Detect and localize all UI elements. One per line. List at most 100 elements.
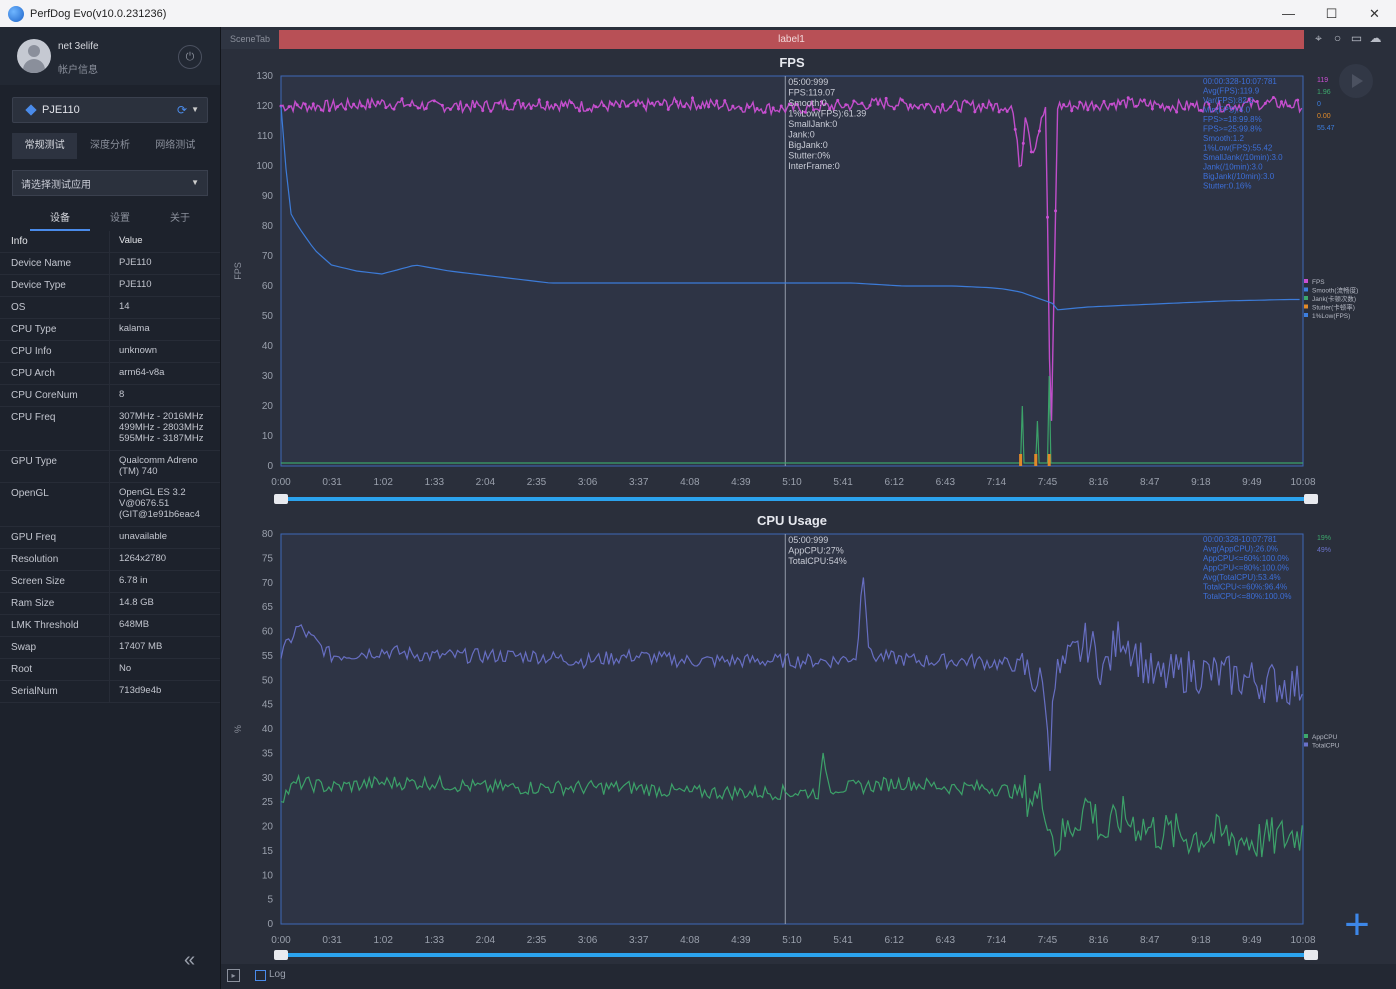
summary-line: Min(FPS):4.0 (1203, 106, 1251, 115)
maximize-button[interactable]: ☐ (1310, 0, 1353, 27)
cloud-icon[interactable]: ☁ (1366, 31, 1385, 46)
account-info-link[interactable]: 帐户信息 (58, 61, 98, 76)
charts-canvas[interactable]: FPSFPS01020304050607080901001101201300:0… (221, 49, 1396, 964)
legend-label: Smooth(流畅度) (1312, 286, 1358, 295)
play-icon[interactable] (1339, 64, 1373, 98)
fps-point (489, 109, 493, 113)
fps-point (1175, 110, 1179, 114)
table-row: SerialNum 713d9e4b (0, 681, 220, 703)
info-value: Qualcomm Adreno (TM) 740 (119, 455, 198, 477)
fps-point (497, 101, 501, 105)
tab-settings[interactable]: 设置 (90, 209, 150, 231)
fps-point (868, 103, 872, 107)
summary-line: Jank(/10min):3.0 (1203, 163, 1263, 172)
fps-point (586, 108, 590, 112)
minimize-button[interactable]: — (1267, 0, 1310, 27)
legend-label: 1%Low(FPS) (1312, 313, 1350, 320)
fps-point (569, 101, 573, 105)
info-value: 14.8 GB (119, 597, 154, 608)
y-tick-label: 0 (267, 919, 273, 930)
collapse-sidebar-icon[interactable]: « (184, 949, 195, 972)
fps-point (1288, 104, 1292, 108)
slider-handle-end[interactable] (1304, 494, 1318, 504)
x-tick-label: 8:47 (1140, 477, 1160, 488)
y-tick-label: 40 (262, 341, 274, 352)
fps-point (521, 102, 525, 106)
fps-point (1037, 129, 1041, 133)
avatar[interactable] (17, 39, 51, 73)
device-select[interactable]: PJE110 ⟳ ▼ (12, 97, 208, 123)
device-select-value: PJE110 (42, 104, 80, 116)
info-key: Screen Size (0, 571, 110, 592)
fps-point (690, 96, 694, 100)
bottom-bar: ▸ Log (221, 964, 1396, 989)
slider-handle-start[interactable] (274, 950, 288, 960)
info-key: GPU Freq (0, 527, 110, 548)
fps-point (626, 104, 630, 108)
summary-line: FPS>=25:99.8% (1203, 125, 1262, 134)
close-button[interactable]: ✕ (1353, 0, 1396, 27)
bulb-icon[interactable]: ○ (1328, 31, 1347, 46)
info-key: CPU CoreNum (0, 385, 110, 406)
tab-normal-test[interactable]: 常规测试 (12, 133, 78, 159)
record-icon[interactable]: ▸ (227, 969, 240, 982)
summary-line: Stutter:0.16% (1203, 182, 1251, 191)
label-bar[interactable]: label1 (279, 30, 1304, 49)
cursor-readout-line: TotalCPU:54% (788, 556, 847, 566)
fps-point (981, 102, 985, 106)
fps-point (1094, 104, 1098, 108)
info-value: PJE110 (119, 279, 152, 290)
x-tick-label: 3:37 (629, 477, 649, 488)
fps-point (1134, 104, 1138, 108)
log-checkbox[interactable] (255, 970, 266, 981)
slider-handle-end[interactable] (1304, 950, 1318, 960)
right-value: 0.00 (1317, 113, 1331, 120)
legend-swatch (1304, 304, 1308, 309)
x-tick-label: 6:12 (884, 935, 904, 946)
y-tick-label: 40 (262, 724, 274, 735)
y-tick-label: 130 (256, 71, 273, 82)
x-tick-label: 7:45 (1038, 935, 1058, 946)
fps-point (392, 107, 396, 111)
refresh-icon[interactable]: ⟳ (177, 103, 187, 117)
add-icon[interactable]: + (1337, 903, 1377, 947)
window-title: PerfDog Evo(v10.0.231236) (30, 7, 167, 20)
y-tick-label: 30 (262, 773, 274, 784)
scene-tab[interactable]: SceneTab (221, 30, 279, 49)
power-icon[interactable]: ⏻ (178, 45, 202, 69)
y-tick-label: 45 (262, 700, 274, 711)
y-tick-label: 10 (262, 431, 274, 442)
x-tick-label: 5:41 (833, 477, 853, 488)
summary-line: AppCPU<=80%:100.0% (1203, 564, 1289, 573)
folder-icon[interactable]: ▭ (1347, 31, 1366, 46)
tab-deep-analysis[interactable]: 深度分析 (77, 133, 142, 159)
fps-point (916, 106, 920, 110)
location-icon[interactable]: ⌖ (1309, 31, 1328, 46)
x-tick-label: 2:35 (527, 477, 547, 488)
fps-point (295, 103, 299, 107)
fps-point (303, 102, 307, 106)
stutter-marker (1034, 454, 1038, 466)
fps-point (465, 103, 469, 107)
y-tick-label: 0 (267, 461, 273, 472)
fps-point (1102, 99, 1106, 103)
fps-point (658, 102, 662, 106)
info-key: GPU Type (0, 451, 110, 482)
fps-point (319, 108, 323, 112)
stutter-marker (1019, 454, 1023, 466)
fps-point (1086, 108, 1090, 112)
x-tick-label: 10:08 (1290, 935, 1315, 946)
fps-point (771, 106, 775, 110)
info-key: Root (0, 659, 110, 680)
right-value: 1.96 (1317, 89, 1331, 96)
tab-network-test[interactable]: 网络测试 (143, 133, 208, 159)
table-row: CPU CoreNum 8 (0, 385, 220, 407)
tab-about[interactable]: 关于 (150, 209, 210, 231)
app-select[interactable]: 请选择测试应用 ▼ (12, 170, 208, 196)
table-header-row: Info Value (0, 231, 220, 253)
tab-device[interactable]: 设备 (30, 209, 90, 231)
cursor-readout-line: Stutter:0% (788, 151, 830, 161)
x-tick-label: 1:33 (425, 935, 445, 946)
cursor-readout-line: 1%Low(FPS):61.39 (788, 109, 866, 119)
slider-handle-start[interactable] (274, 494, 288, 504)
